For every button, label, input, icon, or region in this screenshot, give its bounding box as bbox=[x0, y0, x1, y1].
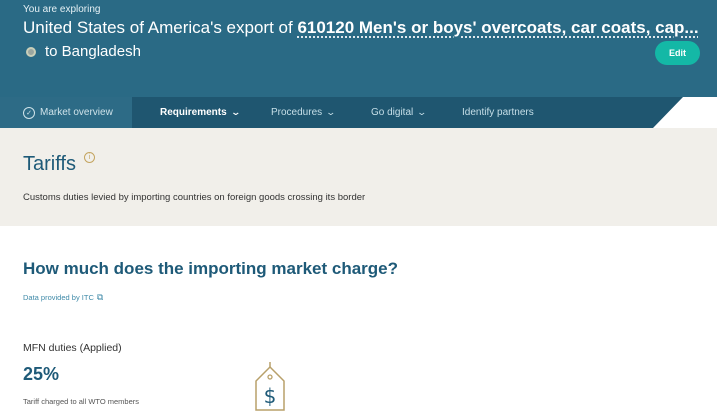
chevron-down-icon: ⌄ bbox=[230, 107, 241, 117]
product-link[interactable]: 610120 Men's or boys' overcoats, car coa… bbox=[297, 18, 698, 37]
check-circle-icon: ✓ bbox=[23, 106, 35, 119]
nav-market-overview[interactable]: ✓ Market overview bbox=[0, 97, 132, 128]
info-icon[interactable]: i bbox=[84, 152, 95, 163]
svg-text:$: $ bbox=[264, 384, 277, 408]
mfn-label: MFN duties (Applied) bbox=[23, 342, 122, 354]
nav-label: Go digital bbox=[371, 107, 414, 118]
nav-requirements[interactable]: Requirements ⌄ bbox=[160, 97, 241, 128]
nav-go-digital[interactable]: Go digital ⌄ bbox=[371, 97, 428, 128]
main-nav: ✓ Market overview Requirements ⌄ Procedu… bbox=[0, 97, 717, 128]
section-heading: How much does the importing market charg… bbox=[23, 259, 399, 278]
nav-label: Requirements bbox=[160, 107, 227, 118]
nav-procedures[interactable]: Procedures ⌄ bbox=[271, 97, 337, 128]
title-prefix: United States of America's export of bbox=[23, 18, 298, 37]
page-header: You are exploring United States of Ameri… bbox=[0, 0, 717, 97]
price-tag-icon: $ bbox=[255, 362, 285, 411]
exploring-label: You are exploring bbox=[23, 4, 101, 15]
mfn-value: 25% bbox=[23, 364, 60, 384]
destination-line: to Bangladesh bbox=[26, 43, 141, 60]
export-title: United States of America's export of 610… bbox=[23, 18, 699, 38]
page-title: Tariffs bbox=[23, 153, 76, 175]
tariffs-description: Customs duties levied by importing count… bbox=[23, 192, 366, 203]
edit-button[interactable]: Edit bbox=[655, 41, 700, 65]
nav-label: Market overview bbox=[40, 107, 113, 118]
data-source-link[interactable]: Data provided by ITC ⧉ bbox=[23, 292, 103, 303]
mfn-note: Tariff charged to all WTO members bbox=[23, 397, 140, 406]
nav-identify-partners[interactable]: Identify partners bbox=[462, 97, 534, 128]
tariffs-section bbox=[0, 128, 717, 226]
external-link-icon: ⧉ bbox=[96, 292, 104, 302]
country-flag-icon bbox=[26, 46, 36, 57]
destination-label: to Bangladesh bbox=[45, 43, 141, 60]
nav-label: Identify partners bbox=[462, 107, 534, 118]
chevron-down-icon: ⌄ bbox=[416, 107, 428, 117]
data-source-label: Data provided by ITC bbox=[23, 293, 94, 302]
nav-label: Procedures bbox=[271, 107, 323, 118]
chevron-down-icon: ⌄ bbox=[325, 107, 337, 117]
